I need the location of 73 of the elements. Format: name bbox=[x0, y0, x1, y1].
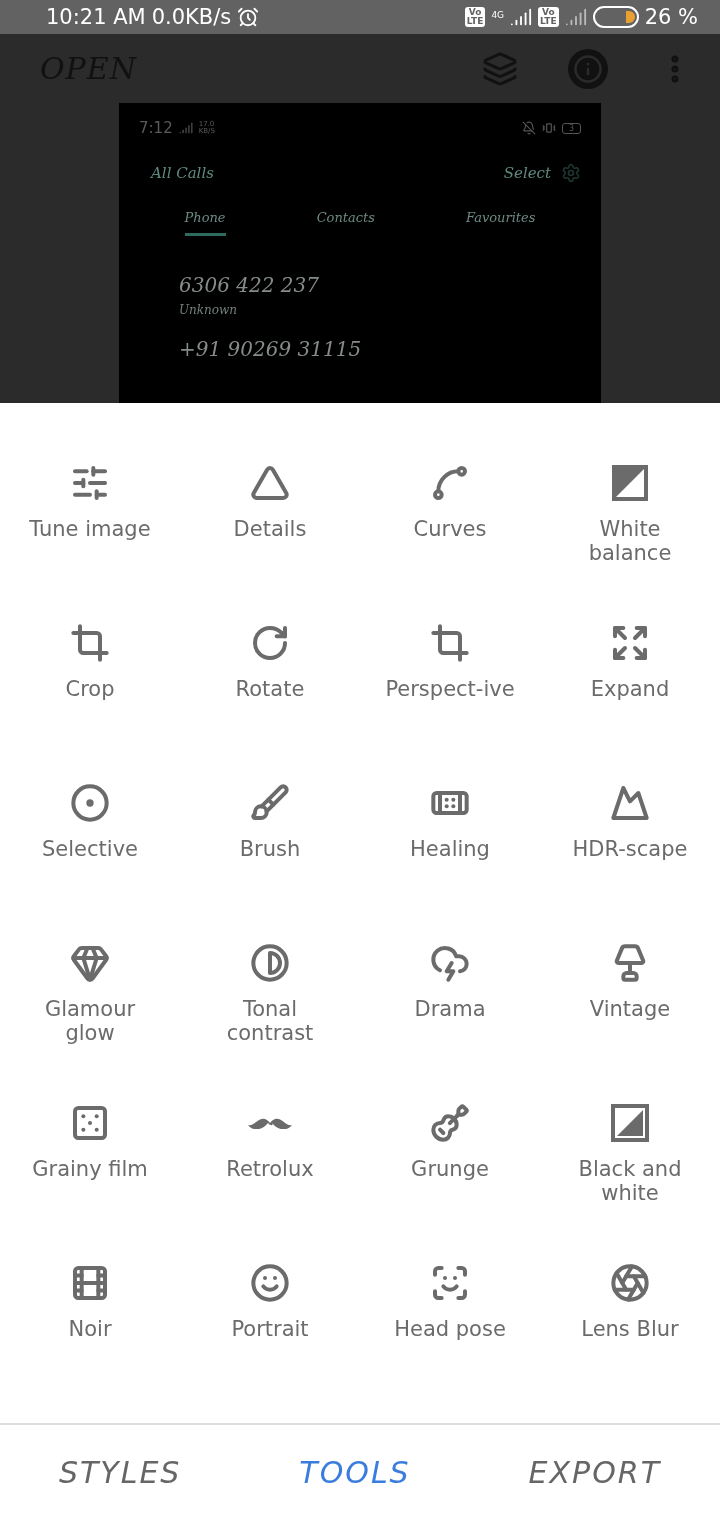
tool-button[interactable]: Head pose bbox=[380, 1263, 520, 1341]
tool-button[interactable]: Brush bbox=[200, 783, 340, 861]
expand-icon bbox=[610, 623, 650, 663]
tool-button[interactable]: Portrait bbox=[200, 1263, 340, 1341]
preview-signal-icon bbox=[178, 121, 193, 135]
tool-button[interactable]: Rotate bbox=[200, 623, 340, 701]
aperture-icon bbox=[610, 1263, 650, 1303]
tool-button[interactable]: Grainy film bbox=[20, 1103, 160, 1181]
curve-icon bbox=[430, 463, 470, 503]
face-scan-icon bbox=[430, 1263, 470, 1303]
preview-tab-label: Phone bbox=[184, 210, 226, 236]
network-speed: 0.0KB/s bbox=[151, 5, 232, 30]
preview-clock: 7:12 bbox=[139, 119, 173, 137]
preview-phone-number: +91 90269 31115 bbox=[179, 337, 363, 361]
mustache-icon bbox=[248, 1117, 292, 1129]
volte-badge: Vo LTE bbox=[464, 7, 486, 28]
preview-tab-label: Favourites bbox=[466, 210, 536, 227]
framed-split-square-icon bbox=[610, 1103, 650, 1143]
tool-button[interactable]: Retrolux bbox=[200, 1103, 340, 1181]
tool-button[interactable]: Tonal contrast bbox=[200, 943, 340, 1045]
bottom-tab[interactable]: STYLES bbox=[52, 1454, 188, 1491]
alarm-icon bbox=[237, 6, 260, 29]
preview-tab-label: Contacts bbox=[316, 210, 375, 227]
storm-cloud-icon bbox=[430, 943, 470, 983]
mountain-icon bbox=[610, 783, 650, 823]
network-type: 4G bbox=[491, 10, 505, 20]
tool-button[interactable]: Grunge bbox=[380, 1103, 520, 1181]
bottom-tab[interactable]: EXPORT bbox=[522, 1454, 667, 1491]
tool-button[interactable]: Expand bbox=[560, 623, 700, 701]
preview-settings-icon bbox=[561, 163, 581, 183]
film-reel-icon bbox=[70, 1263, 110, 1303]
battery-percent: 26 % bbox=[644, 5, 698, 30]
crop-icon bbox=[70, 623, 110, 663]
preview-vibrate-icon bbox=[541, 121, 556, 135]
tool-button[interactable]: Lens Blur bbox=[560, 1263, 700, 1341]
tool-button[interactable]: HDR-scape bbox=[560, 783, 700, 861]
target-icon bbox=[70, 783, 110, 823]
volte-badge: Vo LTE bbox=[538, 7, 559, 28]
bottom-tab[interactable]: TOOLS bbox=[293, 1454, 417, 1491]
preview-battery: 3 bbox=[561, 122, 581, 134]
contrast-icon bbox=[250, 943, 290, 983]
tool-button[interactable]: Drama bbox=[380, 943, 520, 1021]
triangle-icon bbox=[250, 463, 290, 503]
tool-button[interactable]: Black and white bbox=[560, 1103, 700, 1205]
rotate-icon bbox=[250, 623, 290, 663]
tool-button[interactable]: Selective bbox=[20, 783, 160, 861]
tool-button[interactable]: Vintage bbox=[560, 943, 700, 1021]
brush-icon bbox=[250, 783, 290, 823]
perspective-icon bbox=[430, 623, 470, 663]
split-square-icon bbox=[610, 463, 650, 503]
tool-button[interactable]: Healing bbox=[380, 783, 520, 861]
gem-icon bbox=[70, 943, 110, 983]
preview-phone-number: 6306 422 237 bbox=[179, 273, 320, 297]
undo-layers-icon[interactable] bbox=[482, 50, 518, 87]
tool-button[interactable]: Noir bbox=[20, 1263, 160, 1341]
clock: 10:21 AM bbox=[46, 5, 146, 30]
tool-button[interactable]: Tune image bbox=[20, 463, 160, 541]
info-button[interactable] bbox=[568, 48, 608, 89]
tool-button[interactable]: White balance bbox=[560, 463, 700, 565]
battery-icon bbox=[592, 6, 639, 29]
tool-button[interactable]: Glamour glow bbox=[20, 943, 160, 1045]
tool-button[interactable]: Crop bbox=[20, 623, 160, 701]
smile-icon bbox=[250, 1263, 290, 1303]
preview-filter: All Calls bbox=[151, 164, 214, 182]
guitar-icon bbox=[430, 1103, 470, 1143]
dice-icon bbox=[70, 1103, 110, 1143]
tool-button[interactable]: Details bbox=[200, 463, 340, 541]
tool-button[interactable]: Curves bbox=[380, 463, 520, 541]
preview-mute-icon bbox=[521, 121, 536, 135]
tool-button[interactable]: Perspect-ive bbox=[380, 623, 520, 701]
preview-select-label: Select bbox=[503, 164, 551, 182]
sliders-icon bbox=[70, 463, 110, 503]
preview-caller-label: Unknown bbox=[179, 303, 239, 317]
